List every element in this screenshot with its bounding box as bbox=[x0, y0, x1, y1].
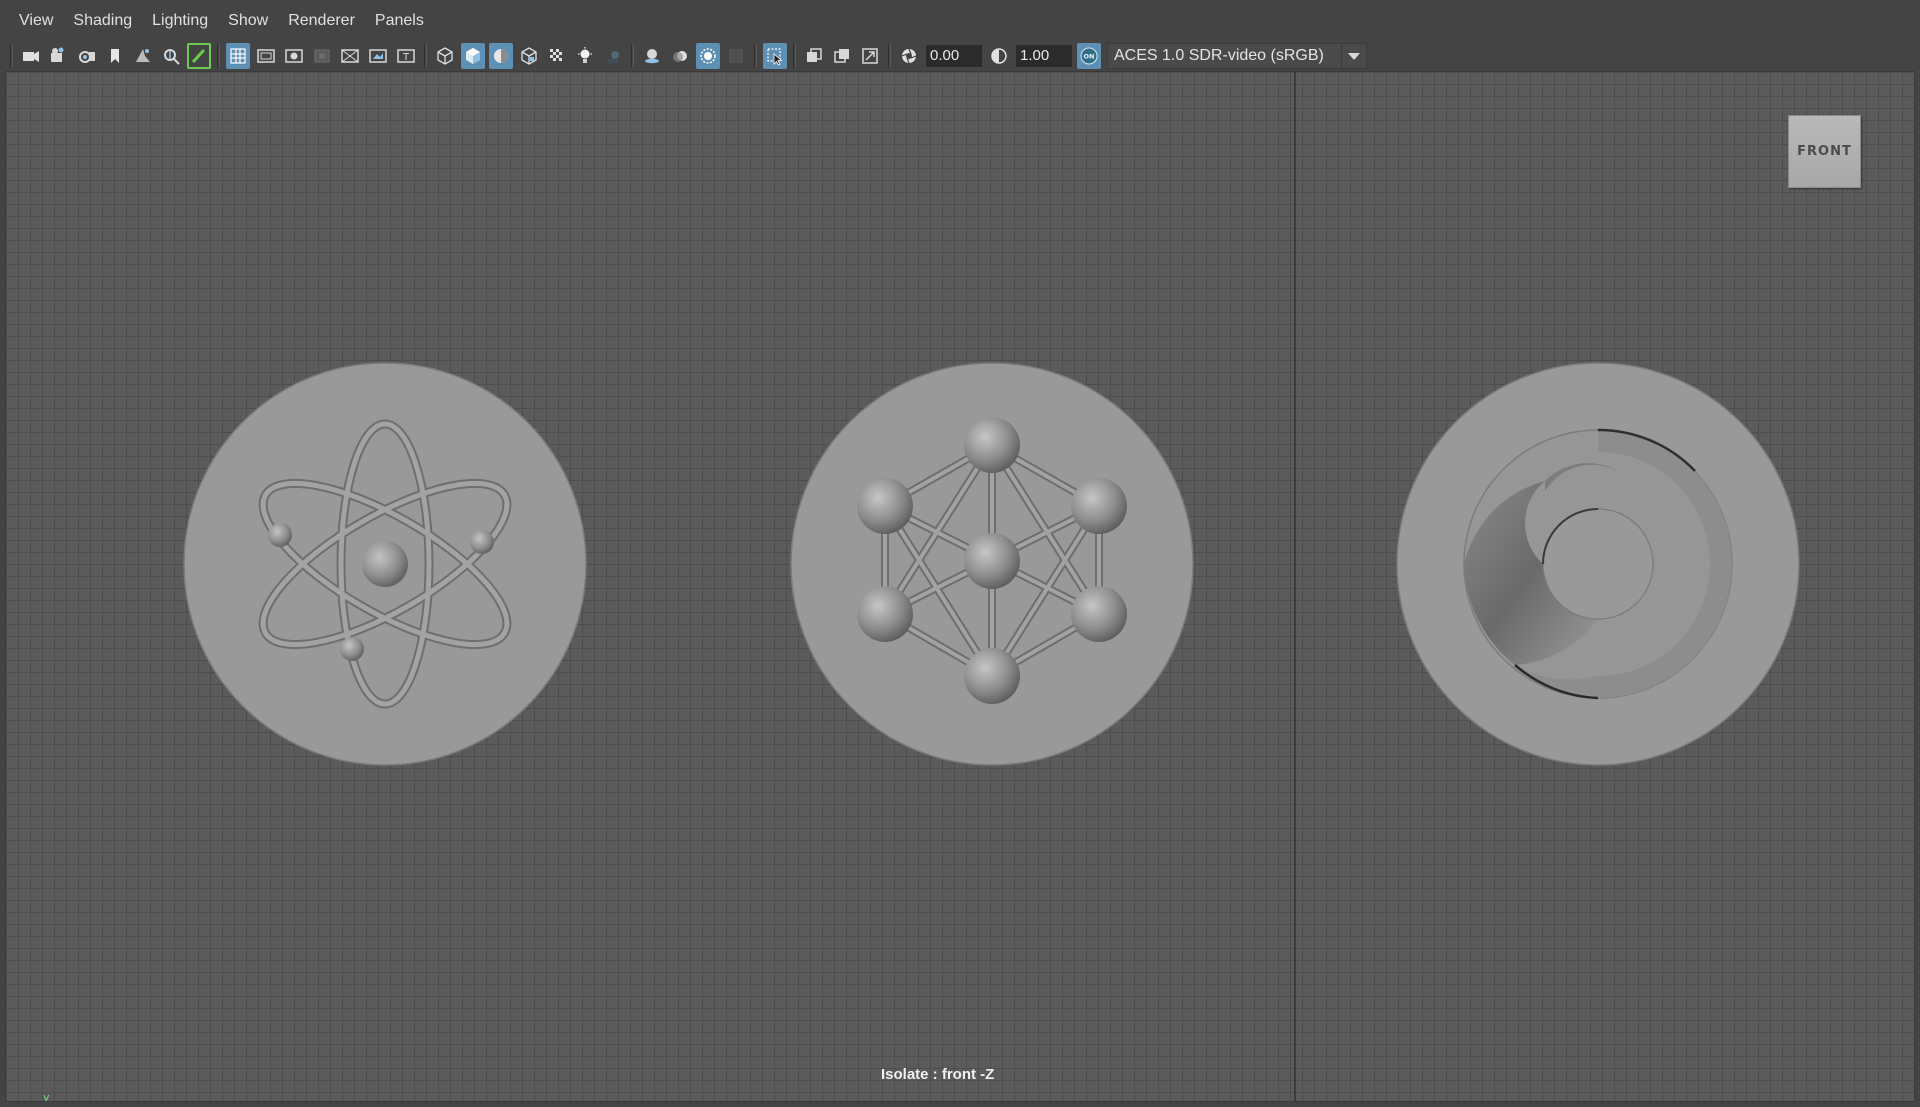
axis-y-label: y bbox=[43, 1092, 50, 1102]
toolbar-separator bbox=[10, 44, 13, 67]
image-plane-icon[interactable] bbox=[131, 43, 155, 69]
two-d-pan-zoom-icon[interactable] bbox=[159, 43, 183, 69]
gate-mask-icon[interactable] bbox=[310, 43, 334, 69]
xray-joints-icon[interactable] bbox=[802, 43, 826, 69]
xray-icon[interactable] bbox=[545, 43, 569, 69]
toolbar-separator bbox=[793, 44, 796, 67]
wireframe-icon[interactable] bbox=[433, 43, 457, 69]
color-space-dropdown[interactable]: ACES 1.0 SDR-video (sRGB) bbox=[1107, 42, 1367, 69]
menu-panels[interactable]: Panels bbox=[366, 0, 435, 40]
color-space-label: ACES 1.0 SDR-video (sRGB) bbox=[1114, 46, 1324, 64]
svg-text:T: T bbox=[402, 52, 410, 63]
select-camera-icon[interactable] bbox=[19, 43, 43, 69]
menu-view[interactable]: View bbox=[0, 0, 64, 40]
menu-lighting[interactable]: Lighting bbox=[143, 0, 219, 40]
menu-shading[interactable]: Shading bbox=[64, 0, 143, 40]
molecule-medallion[interactable] bbox=[789, 361, 1195, 767]
atom-medallion[interactable] bbox=[182, 361, 588, 767]
color-management-toggle-label: ON bbox=[1084, 52, 1095, 60]
color-management-toggle-icon[interactable]: ON bbox=[1077, 42, 1101, 69]
grease-pencil-icon[interactable] bbox=[187, 42, 211, 69]
safe-title-icon[interactable]: T bbox=[394, 43, 418, 69]
menu-renderer[interactable]: Renderer bbox=[279, 0, 366, 40]
default-material-icon[interactable] bbox=[489, 42, 513, 69]
gamma-icon[interactable] bbox=[987, 43, 1011, 69]
depth-of-field-icon[interactable] bbox=[724, 43, 748, 69]
camera-bookmark-icon[interactable] bbox=[75, 43, 99, 69]
bookmark-icon[interactable] bbox=[103, 43, 127, 69]
smooth-shade-icon[interactable] bbox=[461, 42, 485, 69]
film-gate-icon[interactable] bbox=[254, 43, 278, 69]
motion-blur-icon[interactable] bbox=[668, 43, 692, 69]
axis-gizmo: y z x bbox=[38, 1091, 78, 1102]
antialiasing-icon[interactable] bbox=[696, 42, 720, 69]
menu-show[interactable]: Show bbox=[219, 0, 279, 40]
field-chart-icon[interactable] bbox=[338, 43, 362, 69]
safe-action-icon[interactable] bbox=[366, 43, 390, 69]
view-cube-label: FRONT bbox=[1797, 144, 1852, 159]
exposure-icon[interactable] bbox=[897, 43, 921, 69]
front-viewport[interactable]: FRONT y bbox=[5, 71, 1915, 1102]
resolution-gate-icon[interactable] bbox=[282, 43, 306, 69]
viewport-toolbar: T 0.00 1.00 ON ACES 1.0 SDR-video (sRGB) bbox=[0, 40, 1920, 71]
isolate-select-icon[interactable] bbox=[763, 42, 787, 69]
exposure-field[interactable] bbox=[926, 44, 982, 67]
use-lights-icon[interactable] bbox=[573, 43, 597, 69]
toolbar-separator bbox=[424, 44, 427, 67]
grid-icon[interactable] bbox=[226, 42, 250, 69]
shadows-icon[interactable] bbox=[601, 43, 625, 69]
toolbar-separator bbox=[217, 44, 220, 67]
xray-active-icon[interactable] bbox=[830, 43, 854, 69]
screen-space-ao-icon[interactable] bbox=[640, 43, 664, 69]
grid-axis-vertical bbox=[1294, 72, 1296, 1101]
viewport-menubar: View Shading Lighting Show Renderer Pane… bbox=[0, 0, 1920, 40]
backface-culling-icon[interactable] bbox=[858, 43, 882, 69]
textured-icon[interactable] bbox=[517, 43, 541, 69]
gamma-field[interactable] bbox=[1016, 44, 1072, 67]
toolbar-separator bbox=[754, 44, 757, 67]
view-cube[interactable]: FRONT bbox=[1788, 115, 1861, 188]
chevron-down-icon[interactable] bbox=[1341, 43, 1366, 68]
swirl-medallion[interactable] bbox=[1395, 361, 1801, 767]
toolbar-separator bbox=[888, 44, 891, 67]
camera-attributes-icon[interactable] bbox=[47, 43, 71, 69]
isolate-status-label: Isolate : front -Z bbox=[881, 1066, 995, 1083]
toolbar-separator bbox=[631, 44, 634, 67]
